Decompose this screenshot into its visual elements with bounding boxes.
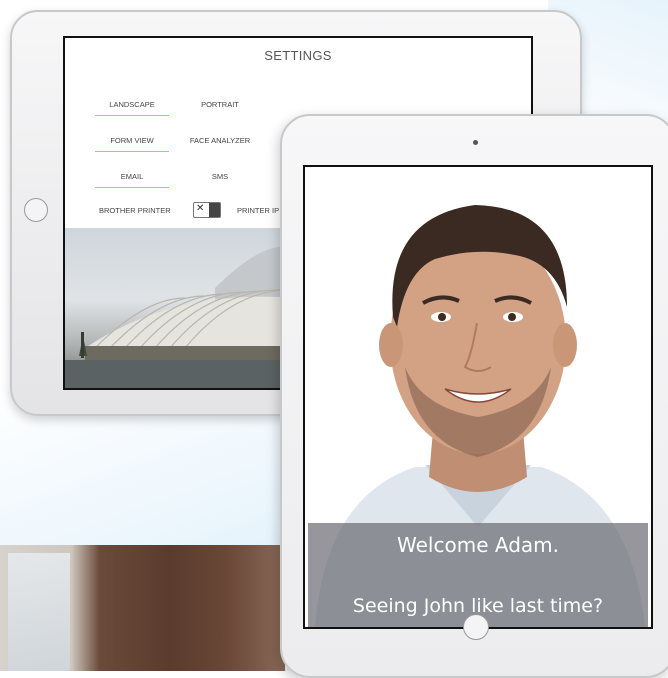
printer-toggle[interactable]: ✕: [193, 202, 221, 218]
settings-title: SETTINGS: [264, 48, 332, 63]
toggle-x-icon: ✕: [196, 203, 205, 214]
brother-printer-label: BROTHER PRINTER: [99, 206, 171, 215]
option-landscape[interactable]: LANDSCAPE: [95, 100, 169, 116]
camera-icon: [473, 140, 478, 145]
option-face-analyzer[interactable]: FACE ANALYZER: [183, 136, 257, 145]
background-office-photo: [0, 545, 285, 671]
printer-ip-label: PRINTER IP: [237, 206, 280, 215]
kiosk-screen: Welcome Adam. Seeing John like last time…: [303, 165, 653, 629]
toggle-knob: [209, 203, 220, 217]
option-sms[interactable]: SMS: [183, 172, 257, 181]
kiosk-tablet: Welcome Adam. Seeing John like last time…: [280, 114, 668, 678]
option-portrait[interactable]: PORTRAIT: [183, 100, 257, 109]
home-button-icon[interactable]: [24, 198, 48, 222]
welcome-message: Welcome Adam.: [397, 533, 559, 557]
option-form-view[interactable]: FORM VIEW: [95, 136, 169, 152]
home-button-icon[interactable]: [463, 614, 489, 640]
option-email[interactable]: EMAIL: [95, 172, 169, 188]
welcome-overlay: Welcome Adam. Seeing John like last time…: [308, 523, 648, 627]
background-window: [8, 553, 70, 671]
